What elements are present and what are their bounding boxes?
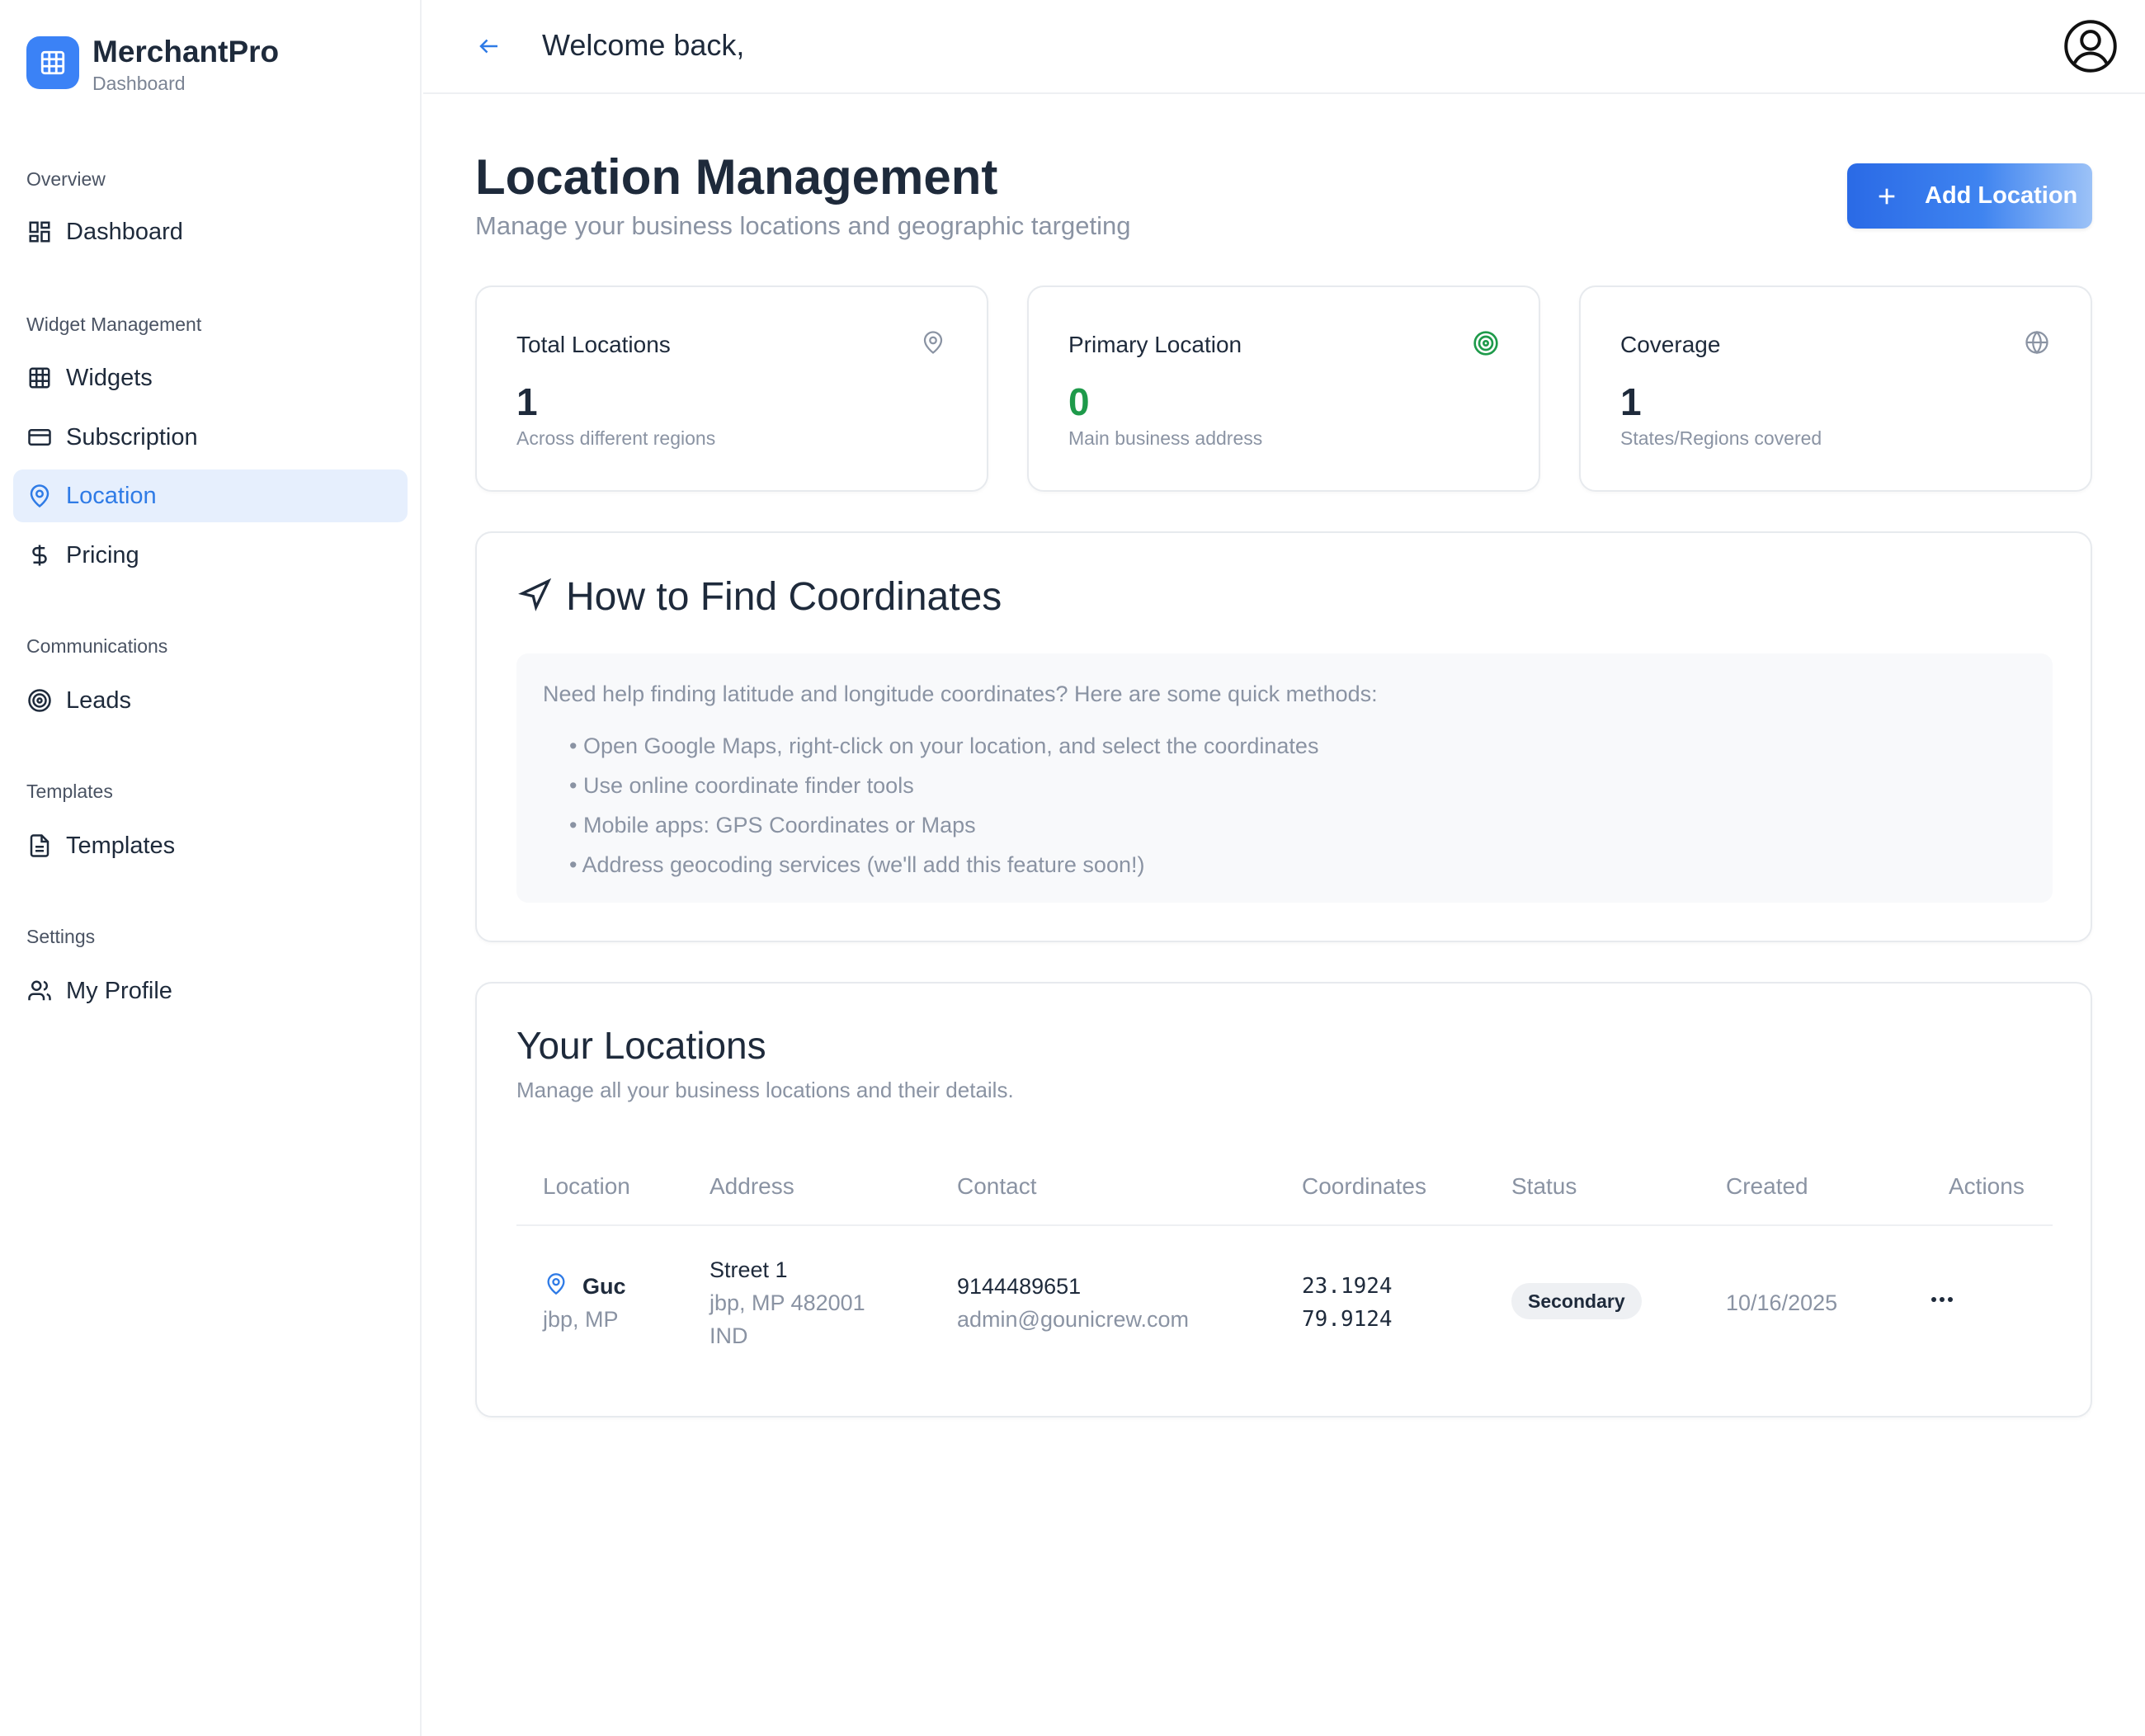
users-icon [26,978,53,1004]
address-city-zip: jbp, MP 482001 [710,1290,865,1315]
contact-phone: 9144489651 [957,1274,1082,1299]
sidebar-item-label: My Profile [66,977,172,1004]
stat-value: 1 [516,380,538,423]
stat-label: Primary Location [1068,332,1242,357]
navigation-arrow-icon [518,578,552,616]
list-item: • Open Google Maps, right-click on your … [569,734,1319,758]
more-actions-button[interactable] [1924,1285,1960,1315]
section-communications: Communications [26,635,168,657]
welcome-text: Welcome back, [542,28,745,62]
dashboard-icon [26,219,53,245]
sidebar-item-label: Widgets [66,364,153,391]
ellipsis-icon [1930,1293,1954,1308]
page-subtitle: Manage your business locations and geogr… [475,211,1131,240]
help-intro: Need help finding latitude and longitude… [543,682,1378,706]
arrow-left-icon[interactable] [474,31,504,61]
contact-email[interactable]: admin@gounicrew.com [957,1307,1189,1333]
location-name: Guc [582,1274,626,1299]
sidebar-item-widgets[interactable]: Widgets [13,351,408,404]
stat-value: 0 [1068,380,1090,423]
sidebar-item-my-profile[interactable]: My Profile [13,965,408,1017]
map-pin-icon [544,1272,568,1301]
how-to-card: How to Find Coordinates Need help findin… [475,531,2092,942]
column-header-created[interactable]: Created [1726,1173,1808,1200]
sidebar-item-label: Dashboard [66,218,183,245]
status-badge: Secondary [1511,1283,1642,1319]
location-city: jbp, MP [543,1307,619,1332]
column-header-coordinates[interactable]: Coordinates [1302,1173,1426,1200]
stat-value: 1 [1620,380,1642,423]
brand[interactable]: MerchantPro Dashboard [26,35,279,96]
top-bar: Welcome back, [423,0,2145,94]
plus-icon [1875,185,1898,208]
stat-card-total-locations: Total Locations 1 Across different regio… [475,285,988,492]
dollar-icon [26,542,53,568]
how-to-title: How to Find Coordinates [566,575,1002,619]
locations-card: Your Locations Manage all your business … [475,982,2092,1418]
grid-icon [26,36,79,89]
section-templates: Templates [26,781,113,802]
sidebar-item-dashboard[interactable]: Dashboard [13,205,408,258]
page-title: Location Management [475,149,998,205]
stat-desc: States/Regions covered [1620,427,1822,449]
locations-title: Your Locations [516,1024,766,1067]
stat-card-coverage: Coverage 1 States/Regions covered [1579,285,2092,492]
help-list: • Open Google Maps, right-click on your … [569,726,1318,885]
section-overview: Overview [26,168,106,190]
address-country: IND [710,1323,748,1348]
sidebar-item-leads[interactable]: Leads [13,674,408,727]
list-item: • Address geocoding services (we'll add … [569,852,1145,877]
document-icon [26,833,53,859]
credit-card-icon [26,424,53,451]
sidebar-item-subscription[interactable]: Subscription [13,411,408,464]
sidebar-item-label: Subscription [66,423,198,451]
section-widget-management: Widget Management [26,314,202,335]
column-header-contact[interactable]: Contact [957,1173,1037,1200]
column-header-location[interactable]: Location [543,1173,630,1200]
stat-label: Coverage [1620,332,1721,357]
coordinate-lng: 79.9124 [1302,1307,1393,1332]
stat-card-primary-location: Primary Location 0 Main business address [1027,285,1540,492]
sidebar-item-templates[interactable]: Templates [13,819,408,872]
sidebar: MerchantPro Dashboard Overview Dashboard… [0,0,422,1736]
column-header-actions: Actions [1949,1173,2025,1199]
grid-icon [26,365,53,391]
locations-subtitle: Manage all your business locations and t… [516,1078,1014,1102]
coordinate-lat: 23.1924 [1302,1274,1393,1299]
stat-label: Total Locations [516,332,671,357]
list-item: • Use online coordinate finder tools [569,773,914,798]
sidebar-item-label: Leads [66,686,132,714]
add-location-button[interactable]: Add Location [1847,163,2092,229]
sidebar-item-location[interactable]: Location [13,469,408,522]
target-icon [1473,330,1499,356]
stat-desc: Main business address [1068,427,1263,449]
column-header-address[interactable]: Address [710,1173,794,1200]
map-pin-icon [26,483,53,509]
table-divider [516,1224,2053,1226]
sidebar-item-pricing[interactable]: Pricing [13,529,408,582]
target-icon [26,687,53,714]
globe-icon [2025,330,2051,356]
user-circle-icon[interactable] [2062,18,2119,74]
help-box: Need help finding latitude and longitude… [516,653,2053,903]
section-settings: Settings [26,926,96,947]
address-street: Street 1 [710,1257,788,1282]
brand-name: MerchantPro [92,35,280,68]
stat-desc: Across different regions [516,427,716,449]
brand-subtitle: Dashboard [92,73,186,94]
sidebar-item-label: Pricing [66,541,139,568]
sidebar-item-label: Templates [66,832,176,859]
map-pin-icon [921,330,947,356]
add-location-label: Add Location [1925,182,2078,209]
column-header-status[interactable]: Status [1511,1173,1577,1200]
sidebar-item-label: Location [66,482,157,509]
list-item: • Mobile apps: GPS Coordinates or Maps [569,813,976,837]
created-date: 10/16/2025 [1726,1290,1838,1315]
